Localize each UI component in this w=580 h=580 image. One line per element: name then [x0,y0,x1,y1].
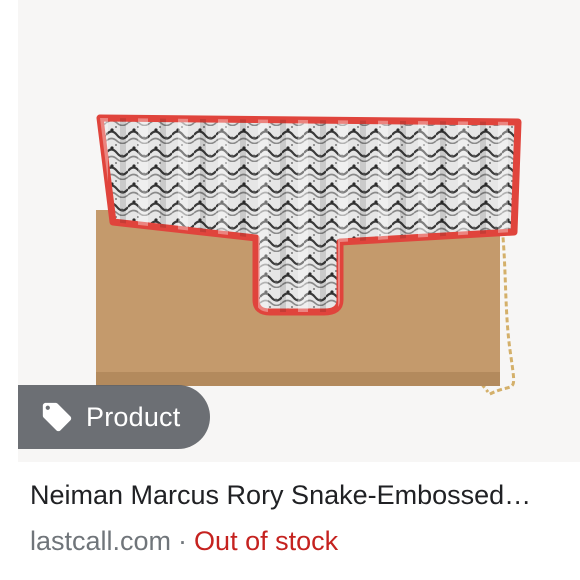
tag-icon [42,402,72,432]
product-result-card[interactable]: Product Neiman Marcus Rory Snake-Embosse… [0,0,580,580]
product-badge: Product [18,385,210,449]
badge-label: Product [86,401,181,432]
stock-status: Out of stock [194,526,339,556]
source-domain[interactable]: lastcall.com [30,526,171,556]
meta-separator: · [178,526,188,556]
product-title[interactable]: Neiman Marcus Rory Snake-Embossed… [30,480,575,511]
product-meta: lastcall.com · Out of stock [30,526,338,557]
